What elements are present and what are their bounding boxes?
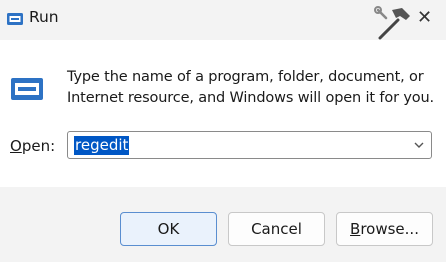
open-label-accelerator: O xyxy=(10,137,22,155)
browse-button[interactable]: Browse... xyxy=(336,212,433,246)
close-icon[interactable]: ✕ xyxy=(417,9,432,27)
chevron-down-icon[interactable] xyxy=(413,140,425,150)
description-text: Type the name of a program, folder, docu… xyxy=(67,69,435,106)
open-input-value[interactable]: regedit xyxy=(74,136,130,155)
window-title: Run xyxy=(29,8,59,26)
dialog-content: Type the name of a program, folder, docu… xyxy=(0,40,446,187)
open-label: Open: xyxy=(10,137,55,155)
ok-button[interactable]: OK xyxy=(120,212,217,246)
browse-label-rest: rowse... xyxy=(360,220,419,238)
title-bar: Run ✕ xyxy=(0,0,446,40)
open-label-rest: pen: xyxy=(21,137,56,155)
run-icon xyxy=(7,13,23,25)
cancel-button[interactable]: Cancel xyxy=(228,212,325,246)
browse-accelerator: B xyxy=(350,220,361,238)
open-combobox[interactable]: regedit xyxy=(67,131,432,159)
run-large-icon xyxy=(11,78,43,100)
